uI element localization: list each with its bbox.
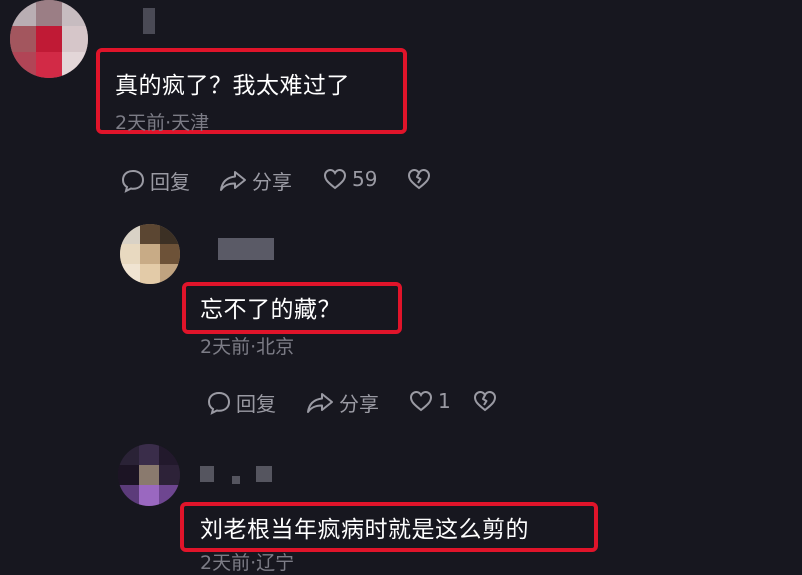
dislike-button[interactable] [472, 388, 498, 414]
comment-text: 真的疯了？我太难过了 [115, 73, 350, 99]
comment-bubble-icon [207, 391, 231, 415]
username-blurred[interactable] [218, 238, 274, 260]
like-button[interactable]: 59 [322, 166, 377, 192]
reply-button[interactable]: 回复 [120, 166, 190, 195]
username-blurred[interactable] [143, 8, 155, 34]
avatar[interactable] [10, 0, 88, 78]
broken-heart-icon [473, 390, 497, 412]
like-button[interactable]: 1 [408, 388, 451, 414]
comment-meta: 2天前·北京 [200, 336, 295, 358]
avatar[interactable] [118, 444, 180, 506]
comment-bubble-icon [121, 169, 145, 193]
comment-text: 刘老根当年疯病时就是这么剪的 [200, 517, 529, 543]
reply-label: 回复 [150, 170, 190, 194]
dislike-button[interactable] [406, 166, 432, 192]
share-label: 分享 [252, 170, 292, 194]
avatar[interactable] [120, 224, 180, 284]
share-button[interactable]: 分享 [218, 166, 292, 195]
heart-icon [409, 390, 433, 412]
username-blurred[interactable] [232, 476, 240, 484]
reply-button[interactable]: 回复 [206, 388, 276, 417]
reply-label: 回复 [236, 392, 276, 416]
like-count: 59 [352, 167, 378, 191]
like-count: 1 [438, 389, 451, 413]
comment-meta: 2天前·天津 [115, 112, 210, 134]
comment-meta: 2天前·辽宁 [200, 552, 295, 574]
share-arrow-icon [220, 170, 246, 191]
share-arrow-icon [307, 392, 333, 413]
share-button[interactable]: 分享 [305, 388, 379, 417]
broken-heart-icon [407, 168, 431, 190]
share-label: 分享 [339, 392, 379, 416]
comment-text: 忘不了的藏？ [200, 297, 341, 323]
username-blurred[interactable] [200, 466, 214, 482]
heart-icon [323, 168, 347, 190]
username-blurred[interactable] [256, 466, 272, 482]
